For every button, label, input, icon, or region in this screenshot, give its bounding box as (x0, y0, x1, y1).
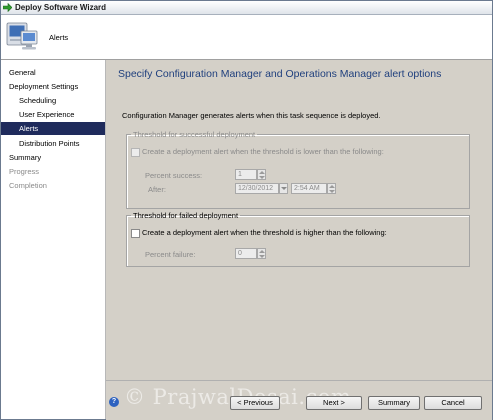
previous-button[interactable]: < Previous (230, 396, 280, 410)
spin-down-icon (259, 176, 265, 179)
wizard-footer: ? © PrajwalDesai.com < Previous Next > S… (106, 380, 492, 420)
page-heading: Specify Configuration Manager and Operat… (118, 68, 442, 80)
deploy-software-wizard-window: Deploy Software Wizard Alerts General De… (0, 0, 493, 420)
help-icon[interactable]: ? (109, 397, 119, 407)
date-dropdown-button[interactable] (279, 183, 288, 194)
failed-alert-checkbox[interactable] (131, 229, 140, 238)
percent-failure-input[interactable]: 0 (235, 248, 257, 259)
nav-item-user-experience[interactable]: User Experience (1, 108, 105, 121)
spin-down-icon (259, 255, 265, 258)
cancel-button[interactable]: Cancel (424, 396, 482, 410)
nav-item-distribution-points[interactable]: Distribution Points (1, 137, 105, 150)
nav-item-summary[interactable]: Summary (1, 151, 105, 164)
green-arrow-icon (3, 3, 12, 12)
percent-success-input[interactable]: 1 (235, 169, 257, 180)
summary-button[interactable]: Summary (368, 396, 420, 410)
spin-up-icon (259, 171, 265, 174)
failed-threshold-group: Threshold for failed deployment Create a… (126, 211, 470, 267)
chevron-down-icon (281, 187, 287, 190)
nav-item-deployment-settings[interactable]: Deployment Settings (1, 80, 105, 93)
wizard-header: Alerts (1, 15, 492, 60)
nav-item-progress: Progress (9, 167, 40, 176)
wizard-navigation: General Deployment Settings Scheduling U… (1, 60, 106, 419)
intro-text: Configuration Manager generates alerts w… (122, 111, 381, 120)
percent-success-label: Percent success: (145, 171, 203, 180)
after-label: After: (148, 185, 166, 194)
percent-failure-spinner[interactable] (257, 248, 266, 259)
nav-item-general[interactable]: General (1, 66, 105, 79)
percent-success-spinner[interactable] (257, 169, 266, 180)
nav-item-scheduling[interactable]: Scheduling (1, 94, 105, 107)
after-time-input[interactable]: 2:54 AM (291, 183, 327, 194)
next-button[interactable]: Next > (306, 396, 362, 410)
success-threshold-legend: Threshold for successful deployment (133, 130, 256, 139)
success-alert-checkbox[interactable] (131, 148, 140, 157)
failed-threshold-legend: Threshold for failed deployment (133, 211, 239, 220)
nav-item-alerts[interactable]: Alerts (1, 122, 105, 135)
window-title: Deploy Software Wizard (15, 3, 107, 12)
time-spinner[interactable] (327, 183, 336, 194)
header-title: Alerts (49, 33, 69, 42)
success-alert-checkbox-label: Create a deployment alert when the thres… (142, 147, 384, 156)
computer-icon (6, 22, 38, 50)
title-bar[interactable]: Deploy Software Wizard (1, 1, 492, 15)
nav-item-completion: Completion (9, 181, 47, 190)
success-threshold-group: Threshold for successful deployment Crea… (126, 130, 470, 209)
spin-down-icon (329, 190, 335, 193)
content-panel: Specify Configuration Manager and Operat… (106, 60, 492, 380)
percent-failure-label: Percent failure: (145, 250, 196, 259)
after-date-picker[interactable]: 12/30/2012 (235, 183, 279, 194)
spin-up-icon (329, 185, 335, 188)
failed-alert-checkbox-label: Create a deployment alert when the thres… (142, 228, 387, 237)
spin-up-icon (259, 250, 265, 253)
